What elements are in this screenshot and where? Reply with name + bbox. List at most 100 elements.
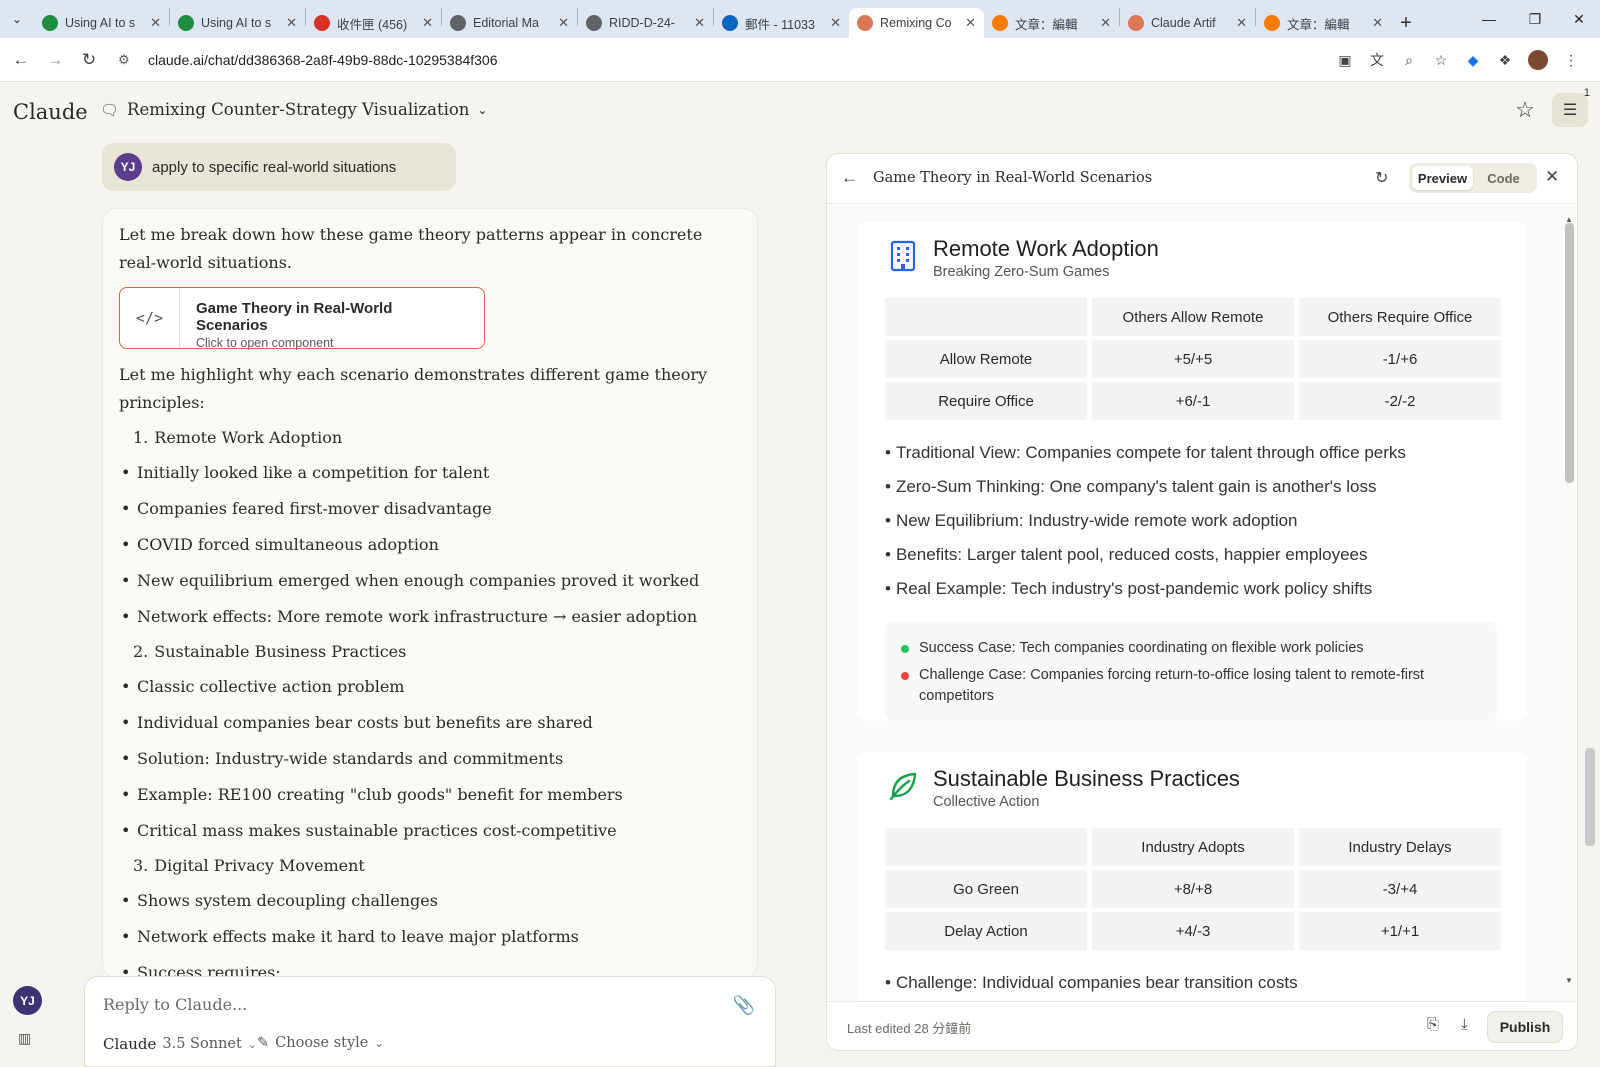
page-scrollbar[interactable] (1584, 200, 1596, 1066)
browser-tab[interactable]: 文章：編輯 ✕ (984, 8, 1119, 38)
tab-close-icon[interactable]: ✕ (1236, 15, 1247, 31)
site-info-icon[interactable]: ⚙ (118, 52, 138, 68)
browser-tab[interactable]: 收件匣 (456) ✕ (306, 8, 441, 38)
sidebar-toggle-icon[interactable]: ▥ (18, 1030, 36, 1046)
globe-icon (586, 15, 602, 31)
sliders-icon: ☰ (1562, 102, 1578, 119)
artifact-preview[interactable]: Remote Work Adoption Breaking Zero-Sum Ga… (827, 205, 1577, 1001)
page-scrollbar-thumb[interactable] (1585, 748, 1595, 846)
tab-preview[interactable]: Preview (1412, 166, 1473, 190)
list-text: Remote Work Adoption (154, 428, 343, 447)
bullet-item: New equilibrium emerged when enough comp… (137, 563, 741, 599)
claude-logo[interactable]: Claude (13, 100, 88, 124)
refresh-icon[interactable]: ↻ (1375, 168, 1388, 188)
status-dot-icon (901, 645, 909, 653)
bullet-item: Network effects make it hard to leave ma… (137, 919, 741, 955)
style-selector[interactable]: ✎ Choose style ⌄ (257, 1035, 384, 1051)
zoom-icon[interactable]: ⌕ (1400, 51, 1418, 69)
publish-button[interactable]: Publish (1487, 1011, 1563, 1043)
artifact-footer: Last edited 28 分鐘前 ⎘ ⤓ Publish (827, 1001, 1577, 1050)
translate-icon[interactable]: 文 (1368, 51, 1386, 69)
chat-title-dropdown[interactable]: 🗨 Remixing Counter-Strategy Visualizatio… (100, 100, 487, 119)
artifact-header: ← Game Theory in Real-World Scenarios ↻ … (827, 154, 1577, 204)
tab-close-icon[interactable]: ✕ (965, 15, 976, 31)
reload-icon[interactable]: ↻ (72, 43, 106, 77)
tab-title: RIDD-D-24- (609, 16, 675, 30)
style-label: Choose style (275, 1035, 369, 1051)
tab-close-icon[interactable]: ✕ (558, 15, 569, 31)
tab-title: Using AI to s (65, 16, 136, 30)
list-number: 1. (133, 428, 149, 447)
bullet-item: Shows system decoupling challenges (137, 883, 741, 919)
user-message: YJ apply to specific real-world situatio… (102, 143, 456, 191)
bullet-item: Classic collective action problem (137, 669, 741, 705)
scroll-down-icon[interactable]: ▼ (1563, 976, 1575, 985)
gmail-icon (314, 15, 330, 31)
bullet-item: Example: RE100 creating "club goods" ben… (137, 777, 741, 813)
close-window-button[interactable]: ✕ (1556, 0, 1600, 38)
tab-close-icon[interactable]: ✕ (1100, 15, 1111, 31)
browser-tab[interactable]: Editorial Ma ✕ (442, 8, 577, 38)
browser-tab[interactable]: Claude Artif ✕ (1120, 8, 1255, 38)
bookmark-star-icon[interactable]: ☆ (1432, 51, 1450, 69)
browser-tab[interactable]: Using AI to s ✕ (170, 8, 305, 38)
user-message-text: apply to specific real-world situations (152, 158, 397, 176)
back-arrow-icon[interactable]: ← (841, 168, 858, 188)
brush-icon: ✎ (257, 1035, 270, 1051)
extensions-puzzle-icon[interactable]: ❖ (1496, 51, 1514, 69)
copy-icon[interactable]: ⎘ (1427, 1016, 1439, 1033)
point-item: Zero-Sum Thinking: One company's talent … (885, 470, 1527, 504)
case-item: Challenge Case: Companies forcing return… (901, 665, 1481, 707)
reply-input[interactable]: Reply to Claude... 📎 Claude 3.5 Sonnet ⌄… (84, 976, 776, 1067)
numbered-item: 3. Digital Privacy Movement (133, 849, 741, 883)
more-menu-icon[interactable]: ⋮ (1562, 51, 1580, 69)
url-field[interactable]: ⚙ claude.ai/chat/dd386368-2a8f-49b9-88dc… (118, 43, 1318, 77)
artifacts-toggle-button[interactable]: ☰ 1 (1552, 87, 1590, 127)
star-icon[interactable]: ☆ (1512, 97, 1538, 123)
artifact-card-title: Game Theory in Real-World Scenarios (195, 300, 393, 334)
artifact-card[interactable]: </> Game Theory in Real-World Scenarios … (119, 287, 485, 350)
browser-tab[interactable]: RIDD-D-24- ✕ (578, 8, 713, 38)
tab-close-icon[interactable]: ✕ (1372, 15, 1383, 31)
browser-tab[interactable]: 文章：編輯 ✕ (1256, 8, 1391, 38)
new-tab-button[interactable]: + (1391, 8, 1421, 38)
extension-blue-icon[interactable]: ◆ (1464, 51, 1482, 69)
list-number: 2. (133, 642, 149, 661)
case-text: Success Case: Tech companies coordinatin… (919, 640, 1364, 656)
artifact-section: Remote Work Adoption Breaking Zero-Sum Ga… (857, 222, 1527, 721)
user-avatar: YJ (114, 153, 142, 181)
google-drive-icon (42, 15, 58, 31)
artifact-scrollbar[interactable]: ▲ ▼ (1563, 215, 1575, 985)
point-item: New Equilibrium: Industry-wide remote wo… (885, 504, 1527, 538)
tab-close-icon[interactable]: ✕ (150, 15, 161, 31)
tab-search-button[interactable]: ⌄ (0, 0, 34, 38)
browser-tab[interactable]: Remixing Co ✕ (849, 8, 984, 38)
matrix-row-header: Allow Remote (885, 340, 1087, 378)
sidebar-user-avatar[interactable]: YJ (13, 986, 42, 1015)
minimize-button[interactable]: — (1466, 0, 1512, 38)
scrollbar-thumb[interactable] (1565, 223, 1574, 483)
tab-close-icon[interactable]: ✕ (286, 15, 297, 31)
close-icon[interactable]: ✕ (1545, 167, 1559, 187)
assistant-para2: Let me highlight why each scenario demon… (119, 365, 708, 412)
download-icon[interactable]: ⤓ (1461, 1016, 1468, 1033)
browser-tab[interactable]: 郵件 - 11033 ✕ (714, 8, 849, 38)
tab-code[interactable]: Code (1473, 166, 1534, 190)
chevron-down-icon: ⌄ (247, 1037, 257, 1051)
install-app-icon[interactable]: ▣ (1336, 51, 1354, 69)
browser-tab[interactable]: Using AI to s ✕ (34, 8, 169, 38)
leaf-icon (883, 766, 923, 806)
assistant-message: Let me break down how these game theory … (102, 208, 758, 978)
maximize-button[interactable]: ❐ (1512, 0, 1558, 38)
matrix-column-header: Industry Adopts (1092, 828, 1294, 866)
model-selector[interactable]: Claude 3.5 Sonnet ⌄ (103, 1035, 257, 1053)
profile-avatar[interactable] (1528, 50, 1548, 70)
forward-icon[interactable]: → (38, 43, 72, 77)
tab-close-icon[interactable]: ✕ (694, 15, 705, 31)
tab-close-icon[interactable]: ✕ (830, 15, 841, 31)
artifact-panel: ← Game Theory in Real-World Scenarios ↻ … (826, 153, 1578, 1051)
tab-close-icon[interactable]: ✕ (422, 15, 433, 31)
back-icon[interactable]: ← (4, 43, 38, 77)
status-dot-icon (901, 672, 909, 680)
paperclip-icon[interactable]: 📎 (733, 995, 755, 1016)
